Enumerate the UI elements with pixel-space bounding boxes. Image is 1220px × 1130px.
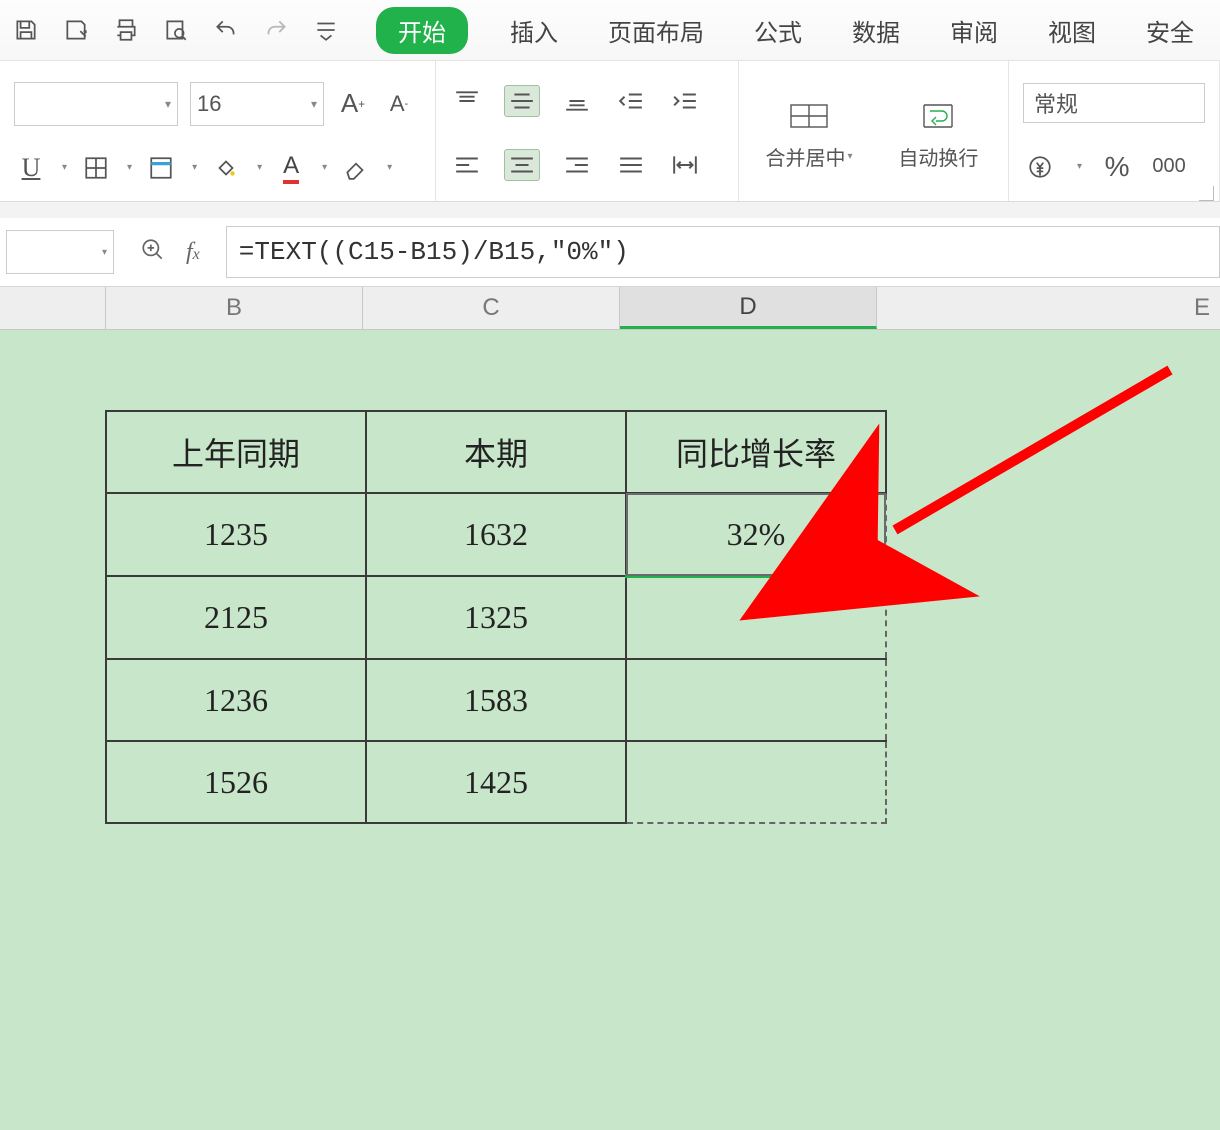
wrap-text-label: 自动换行 — [898, 142, 978, 171]
tab-view[interactable]: 视图 — [1040, 7, 1104, 54]
font-name-combo[interactable]: ▾ — [14, 82, 178, 126]
undo-icon[interactable] — [206, 10, 246, 50]
ribbon-tabs: 开始 插入 页面布局 公式 数据 审阅 视图 安全 — [376, 7, 1202, 54]
col-hdr-b[interactable]: B — [106, 287, 363, 329]
underline-icon[interactable]: U — [14, 151, 48, 185]
formula-input[interactable]: =TEXT((C15-B15)/B15,"0%") — [226, 226, 1220, 278]
cell-d18[interactable] — [626, 741, 886, 823]
cell-b16[interactable]: 2125 — [106, 576, 366, 659]
data-table: 上年同期 本期 同比增长率 1235 1632 32% 2125 1325 12… — [105, 410, 887, 824]
col-hdr-d[interactable]: D — [620, 287, 877, 329]
hdr-prev[interactable]: 上年同期 — [106, 411, 366, 493]
tab-layout[interactable]: 页面布局 — [600, 7, 712, 54]
cell-c17[interactable]: 1583 — [366, 659, 626, 741]
cell-d15[interactable]: 32% — [626, 493, 886, 576]
ribbon-group-align — [436, 61, 739, 201]
save-as-icon[interactable] — [56, 10, 96, 50]
zoom-formula-icon[interactable] — [140, 237, 166, 268]
ribbon-group-number: 常规 ▾ % 000 — [1009, 61, 1220, 201]
print-icon[interactable] — [106, 10, 146, 50]
cell-c15[interactable]: 1632 — [366, 493, 626, 576]
font-color-icon[interactable]: A — [274, 151, 308, 185]
font-size-combo[interactable]: 16 ▾ — [190, 82, 324, 126]
hdr-curr[interactable]: 本期 — [366, 411, 626, 493]
align-bottom-icon[interactable] — [560, 86, 594, 116]
cell-style-icon[interactable] — [144, 151, 178, 185]
increase-font-icon[interactable]: A+ — [336, 87, 370, 121]
cell-b15[interactable]: 1235 — [106, 493, 366, 576]
tab-insert[interactable]: 插入 — [502, 7, 566, 54]
col-hdr-corner[interactable] — [0, 287, 106, 329]
cell-b18[interactable]: 1526 — [106, 741, 366, 823]
percent-icon[interactable]: % — [1100, 150, 1134, 184]
cell-c18[interactable]: 1425 — [366, 741, 626, 823]
qat-customize-icon[interactable] — [306, 10, 346, 50]
wrap-text-button[interactable]: 自动换行 — [892, 96, 984, 171]
align-left-icon[interactable] — [450, 150, 484, 180]
align-right-icon[interactable] — [560, 150, 594, 180]
increase-indent-icon[interactable] — [668, 86, 702, 116]
sheet-area[interactable]: 上年同期 本期 同比增长率 1235 1632 32% 2125 1325 12… — [0, 330, 1220, 1130]
ribbon-group-font: ▾ 16 ▾ A+ A- U▾ ▾ ▾ ▾ A▾ ▾ — [0, 61, 436, 201]
borders-icon[interactable] — [79, 151, 113, 185]
col-hdr-e[interactable]: E — [877, 287, 1220, 329]
merge-center-button[interactable]: 合并居中▾ — [763, 96, 855, 171]
table-row: 1235 1632 32% — [106, 493, 886, 576]
formula-bar: ▾ fx =TEXT((C15-B15)/B15,"0%") — [0, 218, 1220, 287]
col-hdr-c[interactable]: C — [363, 287, 620, 329]
decrease-indent-icon[interactable] — [614, 86, 648, 116]
distribute-icon[interactable] — [668, 150, 702, 180]
align-center-icon[interactable] — [504, 149, 540, 181]
cell-c16[interactable]: 1325 — [366, 576, 626, 659]
tab-data[interactable]: 数据 — [844, 7, 908, 54]
formula-text: =TEXT((C15-B15)/B15,"0%") — [239, 237, 629, 267]
ribbon: ▾ 16 ▾ A+ A- U▾ ▾ ▾ ▾ A▾ ▾ — [0, 61, 1220, 202]
tab-formula[interactable]: 公式 — [746, 7, 810, 54]
hdr-growth[interactable]: 同比增长率 — [626, 411, 886, 493]
cell-d17[interactable] — [626, 659, 886, 741]
redo-icon[interactable] — [256, 10, 296, 50]
font-size-value: 16 — [197, 91, 221, 117]
cell-d16[interactable] — [626, 576, 886, 659]
print-preview-icon[interactable] — [156, 10, 196, 50]
table-row: 1236 1583 — [106, 659, 886, 741]
number-format-value: 常规 — [1034, 87, 1078, 119]
table-row: 1526 1425 — [106, 741, 886, 823]
tabs-row: 开始 插入 页面布局 公式 数据 审阅 视图 安全 — [0, 0, 1220, 61]
fill-color-icon[interactable] — [209, 151, 243, 185]
decrease-font-icon[interactable]: A- — [382, 87, 416, 121]
align-top-icon[interactable] — [450, 86, 484, 116]
comma-style-icon[interactable]: 000 — [1152, 150, 1186, 184]
table-row: 2125 1325 — [106, 576, 886, 659]
align-middle-icon[interactable] — [504, 85, 540, 117]
number-format-combo[interactable]: 常规 — [1023, 83, 1205, 123]
font-group-launcher-icon[interactable] — [1199, 186, 1214, 201]
cell-b17[interactable]: 1236 — [106, 659, 366, 741]
tab-start[interactable]: 开始 — [376, 7, 468, 54]
name-box[interactable]: ▾ — [6, 230, 114, 274]
ribbon-group-merge: 合并居中▾ 自动换行 — [739, 61, 1009, 201]
fx-icon[interactable]: fx — [186, 239, 200, 266]
save-icon[interactable] — [6, 10, 46, 50]
tab-review[interactable]: 审阅 — [942, 7, 1006, 54]
merge-center-label: 合并居中 — [765, 142, 845, 171]
tab-security[interactable]: 安全 — [1138, 7, 1202, 54]
column-headers: B C D E — [0, 287, 1220, 330]
eraser-icon[interactable] — [339, 151, 373, 185]
justify-icon[interactable] — [614, 150, 648, 180]
currency-icon[interactable] — [1023, 150, 1057, 184]
